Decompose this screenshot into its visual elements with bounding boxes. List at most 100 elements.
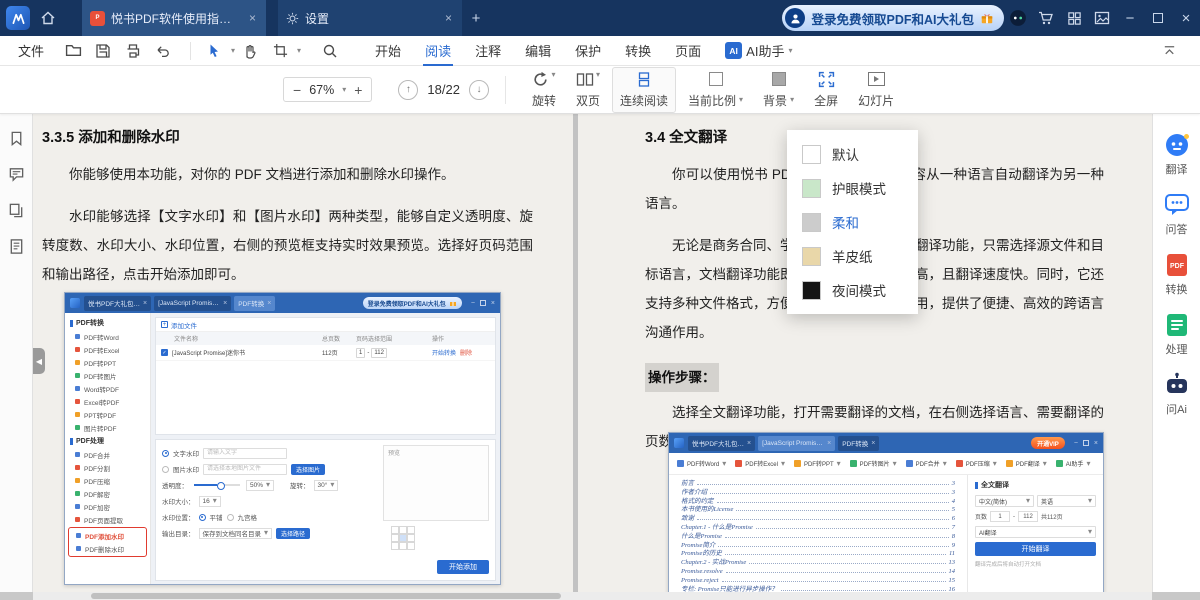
select-tool-button[interactable] bbox=[201, 37, 227, 65]
login-button[interactable]: 登录免费领取PDF和AI大礼包 bbox=[782, 5, 1004, 31]
caret-down-icon[interactable]: ▾ bbox=[297, 47, 301, 55]
mini-tab-close-icon: × bbox=[747, 440, 751, 447]
caret-down-icon: ▾ bbox=[788, 47, 792, 55]
mini-sidebar-item: PDF添加水印 bbox=[69, 529, 146, 542]
tab-ai-assistant[interactable]: AI AI助手 ▾ bbox=[725, 41, 792, 60]
mini-table-header: 文件名称 总页数 页码选择范围 操作 bbox=[156, 332, 495, 345]
crop-tool-button[interactable] bbox=[267, 37, 293, 65]
zoom-in-button[interactable]: + bbox=[354, 82, 362, 98]
print-button[interactable] bbox=[120, 37, 146, 65]
thumbnails-panel-icon[interactable] bbox=[8, 202, 25, 219]
caret-down-icon[interactable]: ▾ bbox=[231, 47, 235, 55]
zoom-value[interactable]: 67% bbox=[309, 83, 334, 97]
mini-app-logo-icon bbox=[674, 438, 684, 448]
ribbon-tab[interactable]: 转换 bbox=[625, 36, 651, 66]
pdf-convert-icon: PDF bbox=[1164, 252, 1190, 278]
mini-toolbar-item: PDF转PPT▾ bbox=[794, 459, 841, 468]
ribbon-tab[interactable]: 注释 bbox=[475, 36, 501, 66]
next-page-button[interactable]: ↓ bbox=[469, 80, 489, 100]
continuous-reading-button[interactable]: 连续阅读 bbox=[612, 67, 676, 113]
background-option-label: 默认 bbox=[832, 144, 859, 164]
toc-entry: Promise的历史11 bbox=[681, 550, 955, 559]
toc-entry: 致谢6 bbox=[681, 515, 955, 524]
previous-page-button[interactable]: ↑ bbox=[398, 80, 418, 100]
background-option[interactable]: 默认 bbox=[787, 137, 918, 171]
home-button[interactable] bbox=[34, 0, 62, 36]
collapse-toolbar-icon[interactable] bbox=[1156, 37, 1182, 65]
mini-sidebar-section-title: PDF转换 bbox=[65, 316, 150, 330]
rotate-icon bbox=[532, 71, 549, 88]
current-ratio-button[interactable]: 当前比例▾ bbox=[680, 67, 751, 113]
background-option[interactable]: 夜间模式 bbox=[787, 273, 918, 307]
ribbon-tab[interactable]: 开始 bbox=[375, 36, 401, 66]
caret-down-icon[interactable]: ▾ bbox=[342, 86, 346, 94]
new-tab-button[interactable]: + bbox=[462, 0, 490, 36]
background-option[interactable]: 护眼模式 bbox=[787, 171, 918, 205]
hand-tool-button[interactable] bbox=[237, 37, 263, 65]
mini-note: 翻译完成后将自动打开文档 bbox=[975, 560, 1096, 568]
horizontal-scrollbar-thumb[interactable] bbox=[91, 593, 561, 599]
bookmarks-panel-icon[interactable] bbox=[8, 130, 25, 147]
file-menu[interactable]: 文件 bbox=[18, 41, 44, 60]
rotate-button[interactable]: ▾ 旋转 bbox=[524, 67, 564, 113]
undo-button[interactable] bbox=[150, 37, 176, 65]
mini-sidebar-item: PDF转Excel bbox=[65, 343, 150, 356]
mini-sidebar-section-title: PDF处理 bbox=[65, 434, 150, 448]
page-indicator[interactable]: 18/22 bbox=[427, 82, 460, 97]
assistant-icon[interactable] bbox=[1004, 0, 1032, 36]
right-tools-rail: 翻译 问答 PDF 转换 处理 问Ai bbox=[1152, 114, 1200, 592]
mini-window-controls: −× bbox=[1074, 440, 1098, 447]
ribbon-tab[interactable]: 保护 bbox=[575, 36, 601, 66]
mini-tab: 悦书PDF大礼包…× bbox=[688, 436, 755, 451]
ribbon-tab[interactable]: 编辑 bbox=[525, 36, 551, 66]
background-option[interactable]: 羊皮纸 bbox=[787, 239, 918, 273]
mini-panel-title: 全文翻译 bbox=[975, 480, 1096, 490]
mini-radio-icon bbox=[162, 450, 169, 457]
search-button[interactable] bbox=[317, 37, 343, 65]
maximize-icon bbox=[1153, 13, 1163, 23]
minimize-button[interactable]: − bbox=[1116, 0, 1144, 36]
background-button[interactable]: 背景▾ bbox=[755, 67, 802, 113]
comments-panel-icon[interactable] bbox=[8, 166, 25, 183]
zoom-out-button[interactable]: − bbox=[293, 82, 301, 98]
process-file-icon bbox=[1164, 312, 1190, 338]
tool-convert[interactable]: PDF 转换 bbox=[1164, 252, 1190, 297]
mini-tab: 悦书PDF大礼包…× bbox=[84, 296, 151, 311]
cart-icon[interactable] bbox=[1032, 0, 1060, 36]
mini-tab: PDF转换× bbox=[234, 296, 275, 311]
tool-qa[interactable]: 问答 bbox=[1164, 192, 1190, 237]
mini-position-grid bbox=[391, 526, 415, 550]
mini-document-toc: 前言3 作者介绍3 格式的约定4 本书使用的License5 bbox=[669, 475, 967, 592]
mini-choose-path-button: 选择路径 bbox=[276, 528, 310, 539]
ribbon-tab[interactable]: 页面 bbox=[675, 36, 701, 66]
save-button[interactable] bbox=[90, 37, 116, 65]
mini-toolbar-item: PDF翻译▾ bbox=[1006, 459, 1047, 468]
apps-grid-icon[interactable] bbox=[1060, 0, 1088, 36]
notes-panel-icon[interactable] bbox=[8, 238, 25, 255]
slideshow-button[interactable]: 幻灯片 bbox=[850, 67, 902, 113]
tool-translate[interactable]: 翻译 bbox=[1164, 132, 1190, 177]
ribbon-tab[interactable]: 阅读 bbox=[425, 36, 451, 66]
mini-watermark-settings: 文字水印 图片水印 选择图片 透明度： 50%▾ bbox=[155, 439, 496, 581]
horizontal-scrollbar[interactable] bbox=[33, 592, 1152, 600]
fullscreen-button[interactable]: 全屏 bbox=[806, 67, 846, 113]
tab-close-icon[interactable]: × bbox=[247, 11, 258, 25]
image-panel-icon[interactable] bbox=[1088, 0, 1116, 36]
maximize-button[interactable] bbox=[1144, 0, 1172, 36]
tool-process[interactable]: 处理 bbox=[1164, 312, 1190, 357]
collapse-panel-handle[interactable]: ◀ bbox=[33, 348, 45, 374]
tool-ask-ai[interactable]: 问Ai bbox=[1164, 372, 1190, 417]
settings-tab[interactable]: 设置 × bbox=[278, 0, 462, 36]
mini-tab-close-icon: × bbox=[871, 440, 875, 447]
document-tab[interactable]: P 悦书PDF软件使用指南…. × bbox=[82, 0, 266, 36]
close-button[interactable]: × bbox=[1172, 0, 1200, 36]
mini-opacity-slider bbox=[194, 484, 240, 486]
background-option[interactable]: 柔和 bbox=[787, 205, 918, 239]
tab-close-icon[interactable]: × bbox=[443, 11, 454, 25]
mini-window-controls: −× bbox=[471, 300, 495, 307]
double-page-button[interactable]: ▾ 双页 bbox=[568, 67, 608, 113]
ai-tab-label: AI助手 bbox=[746, 41, 784, 60]
mini-convert-toolbar: PDF转Word▾PDF转Excel▾PDF转PPT▾PDF转图片▾PDF合并▾… bbox=[669, 453, 1103, 475]
color-swatch bbox=[802, 213, 821, 232]
open-folder-button[interactable] bbox=[60, 37, 86, 65]
